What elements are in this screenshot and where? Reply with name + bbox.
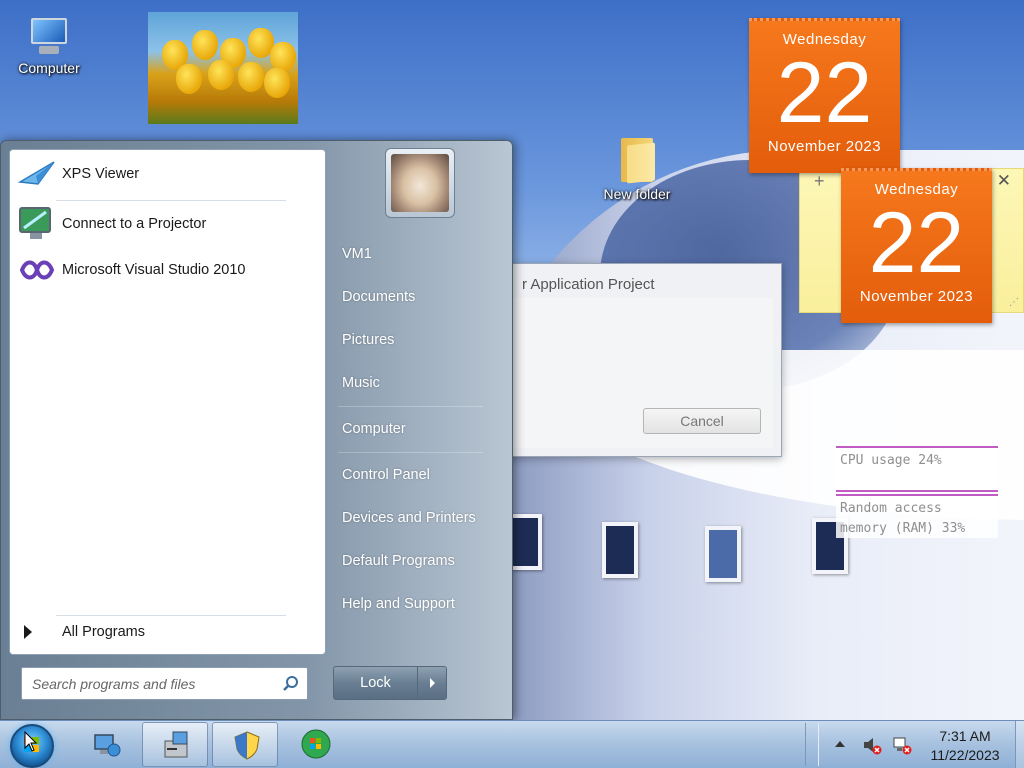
taskbar-app-security[interactable] — [212, 722, 278, 767]
start-right-item-help-support[interactable]: Help and Support — [342, 596, 455, 612]
lock-button[interactable]: Lock — [334, 667, 418, 699]
cancel-button[interactable]: Cancel — [643, 408, 761, 434]
all-programs-label: All Programs — [62, 624, 145, 640]
volume-muted-icon[interactable] — [862, 735, 882, 755]
desktop-icon-label: New folder — [603, 186, 671, 202]
desktop-icon-label: Computer — [18, 60, 80, 76]
installer-icon — [164, 731, 188, 758]
pinned-item-label: XPS Viewer — [62, 166, 140, 182]
ram-usage-meter[interactable]: Random access memory (RAM) 33% — [836, 494, 998, 538]
calendar-day-number: 22 — [776, 45, 873, 141]
cpu-usage-label: CPU usage 24% — [840, 453, 942, 468]
taskbar-app-installer[interactable] — [142, 722, 208, 767]
start-right-item-control-panel[interactable]: Control Panel — [342, 467, 430, 483]
calendar-gadget[interactable]: Wednesday 22 November 2023 — [841, 168, 992, 323]
start-right-item-pictures[interactable]: Pictures — [342, 332, 394, 348]
search-icon[interactable] — [282, 675, 299, 692]
calendar-gadget[interactable]: Wednesday 22 November 2023 — [749, 18, 900, 173]
pinned-item-visual-studio[interactable]: Microsoft Visual Studio 2010 — [16, 250, 246, 290]
mouse-cursor-icon — [24, 731, 38, 752]
calendar-month-year: November 2023 — [859, 288, 974, 305]
start-right-item-music[interactable]: Music — [342, 375, 380, 391]
pinned-item-label: Microsoft Visual Studio 2010 — [62, 262, 246, 278]
dialog-title: r Application Project — [522, 276, 655, 293]
show-hidden-icons-button[interactable] — [835, 741, 845, 747]
shutdown-options-button[interactable] — [418, 667, 446, 699]
pinned-item-label: Connect to a Projector — [62, 216, 207, 232]
projector-icon — [16, 204, 58, 244]
show-desktop-button[interactable] — [1015, 721, 1024, 768]
divider — [338, 406, 483, 407]
pinned-item-connect-projector[interactable]: Connect to a Projector — [16, 204, 206, 244]
search-input[interactable] — [22, 668, 272, 699]
calendar-month-year: November 2023 — [767, 138, 882, 155]
all-programs-button[interactable]: All Programs — [20, 624, 145, 640]
divider — [56, 200, 286, 201]
computer-icon — [25, 16, 73, 56]
uac-shield-icon — [234, 731, 260, 760]
taskbar-app-network[interactable] — [72, 722, 138, 767]
user-avatar[interactable] — [385, 148, 455, 218]
start-right-item-computer[interactable]: Computer — [342, 421, 406, 437]
cpu-usage-meter[interactable]: CPU usage 24% — [836, 446, 998, 492]
visual-studio-icon — [16, 250, 58, 290]
clock-time: 7:31 AM — [939, 728, 991, 744]
triangle-right-icon — [24, 625, 32, 639]
add-note-button[interactable]: + — [814, 171, 825, 192]
start-right-item-default-programs[interactable]: Default Programs — [342, 553, 455, 569]
desktop-icon-computer[interactable]: Computer — [4, 16, 94, 76]
ram-usage-label: Random access memory (RAM) 33% — [840, 501, 966, 536]
divider — [338, 452, 483, 453]
taskbar-app-media[interactable] — [282, 722, 348, 767]
xps-viewer-icon — [16, 154, 58, 194]
start-right-item-devices-printers[interactable]: Devices and Printers — [342, 510, 476, 526]
clock-date: 11/22/2023 — [930, 747, 1000, 763]
desktop-icon-new-folder[interactable]: New folder — [592, 134, 682, 202]
system-clock[interactable]: 7:31 AM 11/22/2023 — [920, 727, 1010, 765]
start-right-item-documents[interactable]: Documents — [342, 289, 415, 305]
slideshow-gadget[interactable] — [148, 12, 298, 124]
network-computer-icon — [94, 734, 121, 757]
start-right-item-vm1[interactable]: VM1 — [342, 246, 372, 262]
project-dialog[interactable]: r Application Project Cancel — [505, 263, 782, 457]
lock-button-group: Lock — [333, 666, 447, 700]
windows-orb-icon — [301, 729, 331, 759]
network-disconnected-icon[interactable] — [892, 735, 912, 755]
folder-icon — [617, 134, 657, 184]
wallpaper-window — [602, 522, 638, 578]
start-menu: XPS Viewer Connect to a Projector Micros… — [0, 140, 513, 720]
taskbar: 7:31 AM 11/22/2023 — [0, 720, 1024, 768]
start-menu-programs-pane: XPS Viewer Connect to a Projector Micros… — [9, 149, 326, 655]
resize-grip-icon[interactable]: ⋰ — [1009, 297, 1019, 308]
calendar-day-number: 22 — [868, 195, 965, 291]
chevron-right-icon — [429, 678, 435, 688]
pinned-item-xps-viewer[interactable]: XPS Viewer — [16, 154, 139, 194]
wallpaper-window — [705, 526, 741, 582]
taskbar-divider — [805, 723, 819, 766]
search-box[interactable] — [21, 667, 308, 700]
close-note-button[interactable]: ✕ — [997, 171, 1011, 191]
divider — [56, 615, 286, 616]
